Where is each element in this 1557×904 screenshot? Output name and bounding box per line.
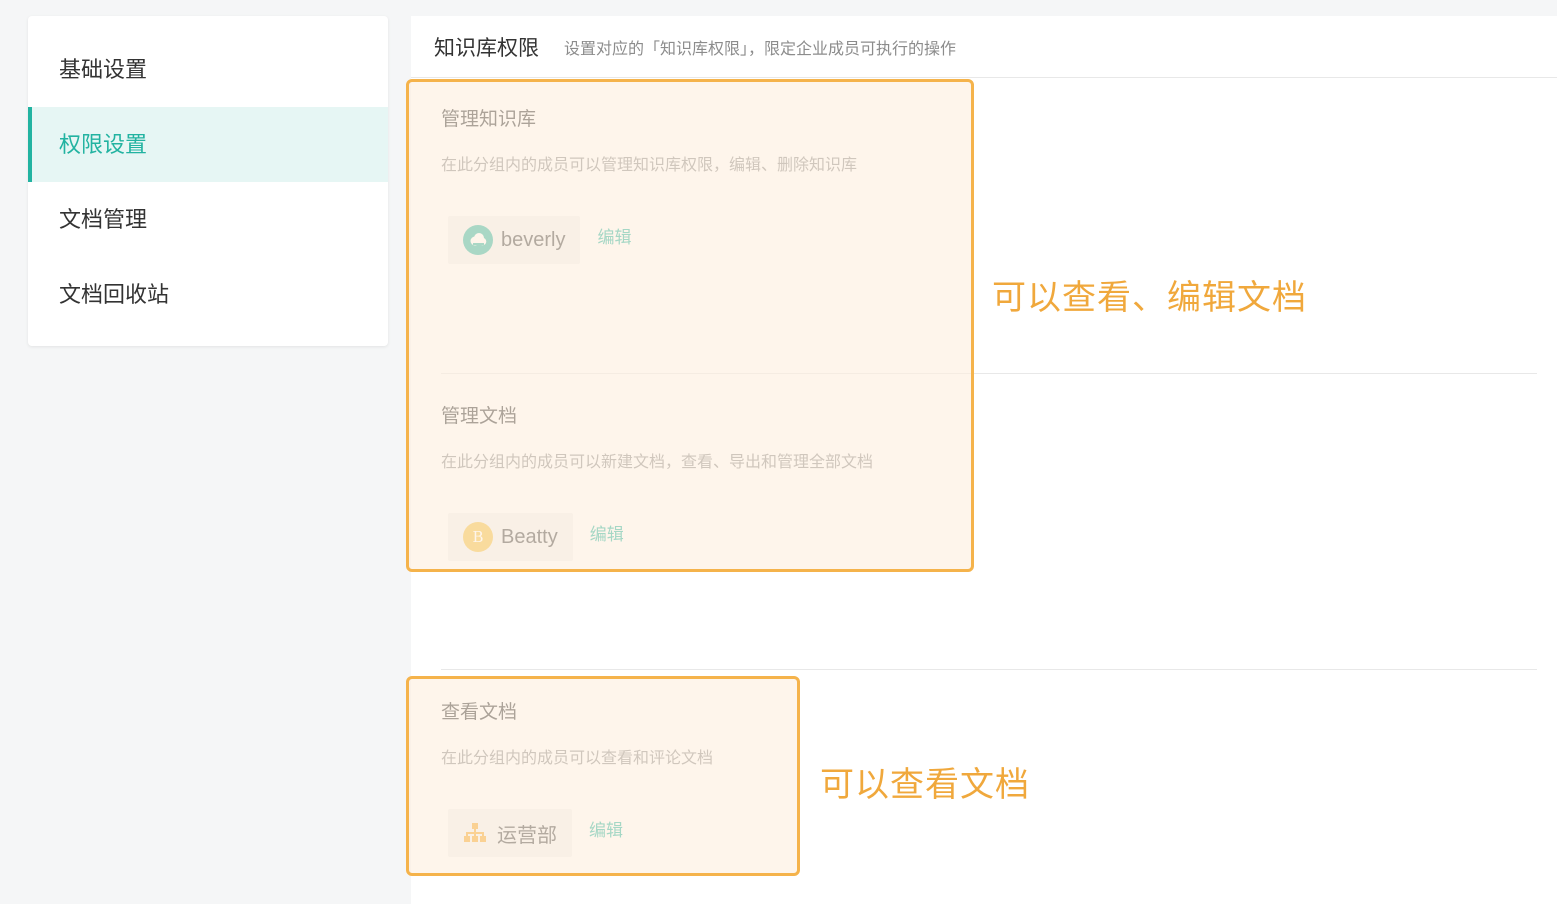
member-row: 运营部 编辑 — [448, 809, 761, 857]
section-description: 在此分组内的成员可以查看和评论文档 — [441, 750, 714, 767]
member-name: beverly — [501, 228, 566, 251]
sidebar-item-basic-settings[interactable]: 基础设置 — [28, 32, 388, 107]
page-description: 设置对应的「知识库权限」，限定企业成员可执行的操作 — [564, 40, 957, 58]
member-chip[interactable]: B Beatty — [448, 513, 573, 561]
divider — [441, 669, 1537, 670]
page-header: 知识库权限 设置对应的「知识库权限」，限定企业成员可执行的操作 — [411, 16, 1557, 78]
annotation-view: 可以查看文档 — [820, 766, 1030, 804]
letter-avatar: B — [463, 522, 493, 552]
permission-section-manage-kb: 管理知识库 在此分组内的成员可以管理知识库权限，编辑、删除知识库 beverly… — [441, 104, 858, 264]
sidebar: 基础设置 权限设置 文档管理 文档回收站 — [28, 16, 388, 346]
permission-section-view-docs: 查看文档 在此分组内的成员可以查看和评论文档 运营部 编辑 — [441, 697, 761, 857]
member-chip[interactable]: beverly — [448, 216, 581, 264]
edit-link[interactable]: 编辑 — [589, 816, 623, 841]
member-row: B Beatty 编辑 — [448, 513, 761, 561]
org-chart-icon — [463, 822, 487, 844]
edit-link[interactable]: 编辑 — [597, 223, 631, 248]
annotation-edit: 可以查看、编辑文档 — [992, 279, 1307, 317]
section-title: 管理知识库 — [441, 109, 537, 130]
sidebar-item-permission-settings[interactable]: 权限设置 — [28, 107, 388, 182]
member-chip[interactable]: 运营部 — [448, 809, 572, 857]
permission-section-manage-docs: 管理文档 在此分组内的成员可以新建文档，查看、导出和管理全部文档 B Beatt… — [441, 401, 874, 561]
sidebar-item-document-management[interactable]: 文档管理 — [28, 182, 388, 257]
section-title: 管理文档 — [441, 406, 518, 427]
section-description: 在此分组内的成员可以管理知识库权限，编辑、删除知识库 — [441, 157, 858, 174]
divider — [441, 373, 1537, 374]
member-name: 运营部 — [497, 824, 557, 847]
sidebar-item-recycle-bin[interactable]: 文档回收站 — [28, 257, 388, 332]
cloud-avatar-icon — [463, 225, 493, 255]
member-name: Beatty — [501, 525, 558, 548]
edit-link[interactable]: 编辑 — [590, 520, 624, 545]
member-row: beverly 编辑 — [448, 216, 761, 264]
page-title: 知识库权限 — [434, 36, 539, 60]
section-title: 查看文档 — [441, 702, 518, 723]
section-description: 在此分组内的成员可以新建文档，查看、导出和管理全部文档 — [441, 454, 874, 471]
